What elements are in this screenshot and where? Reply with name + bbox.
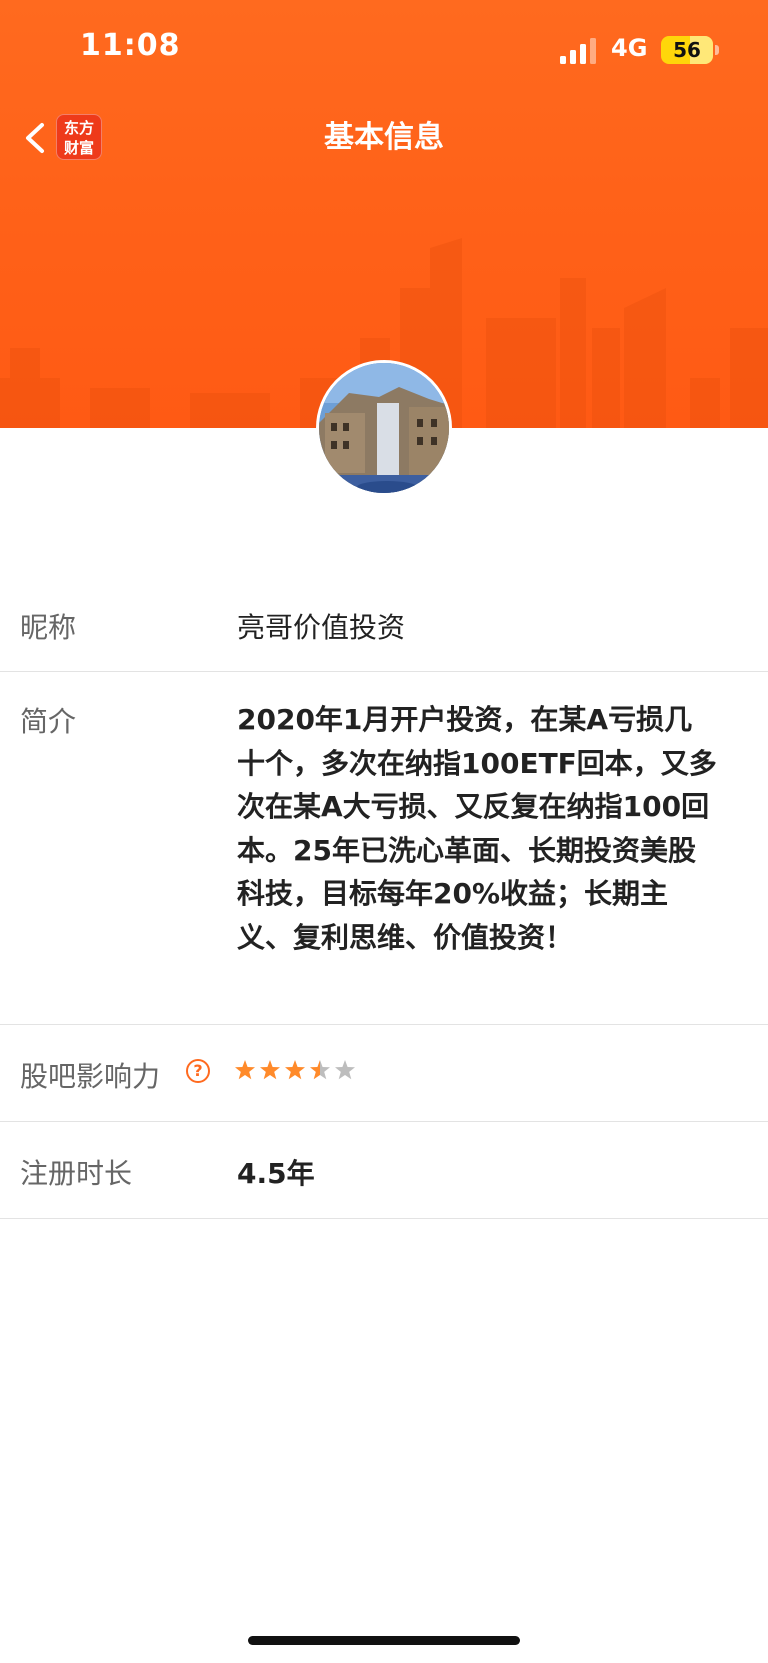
star-icon [259, 1057, 284, 1085]
registration-label: 注册时长 [20, 1157, 133, 1190]
battery-cap [715, 45, 719, 55]
star-icon [284, 1057, 309, 1085]
network-type: 4G [611, 34, 648, 62]
star-icon [309, 1057, 334, 1085]
bio-value: 2020年1月开户投资，在某A亏损几十个，多次在纳指100ETF回本，又多次在某… [237, 703, 717, 954]
profile-info-list: 昵称 亮哥价值投资 简介 2020年1月开户投资，在某A亏损几十个，多次在纳指1… [0, 576, 768, 1219]
nickname-value: 亮哥价值投资 [237, 611, 406, 644]
star-icon [334, 1057, 359, 1085]
bio-row: 简介 2020年1月开户投资，在某A亏损几十个，多次在纳指100ETF回本，又多… [0, 672, 768, 1025]
status-time: 11:08 [80, 28, 181, 63]
influence-row: 股吧影响力 ? [0, 1025, 768, 1122]
nickname-label: 昵称 [20, 611, 77, 644]
star-icon [234, 1057, 259, 1085]
avatar-image [319, 363, 449, 493]
page-title: 基本信息 [324, 120, 444, 155]
bio-label: 简介 [20, 705, 77, 738]
registration-value: 4.5年 [237, 1157, 315, 1190]
navigation-bar: 东方 财富 基本信息 [0, 100, 768, 172]
nickname-row: 昵称 亮哥价值投资 [0, 576, 768, 672]
home-indicator [248, 1636, 520, 1645]
battery-icon: 56 [661, 36, 713, 64]
influence-rating [234, 1057, 359, 1085]
battery-percentage: 56 [673, 38, 701, 62]
cellular-signal-icon [560, 38, 596, 64]
registration-row: 注册时长 4.5年 [0, 1122, 768, 1219]
influence-label: 股吧影响力 [20, 1060, 161, 1093]
status-bar: 11:08 4G 56 [0, 0, 768, 100]
avatar[interactable] [316, 360, 452, 496]
question-circle-icon[interactable]: ? [186, 1059, 210, 1083]
